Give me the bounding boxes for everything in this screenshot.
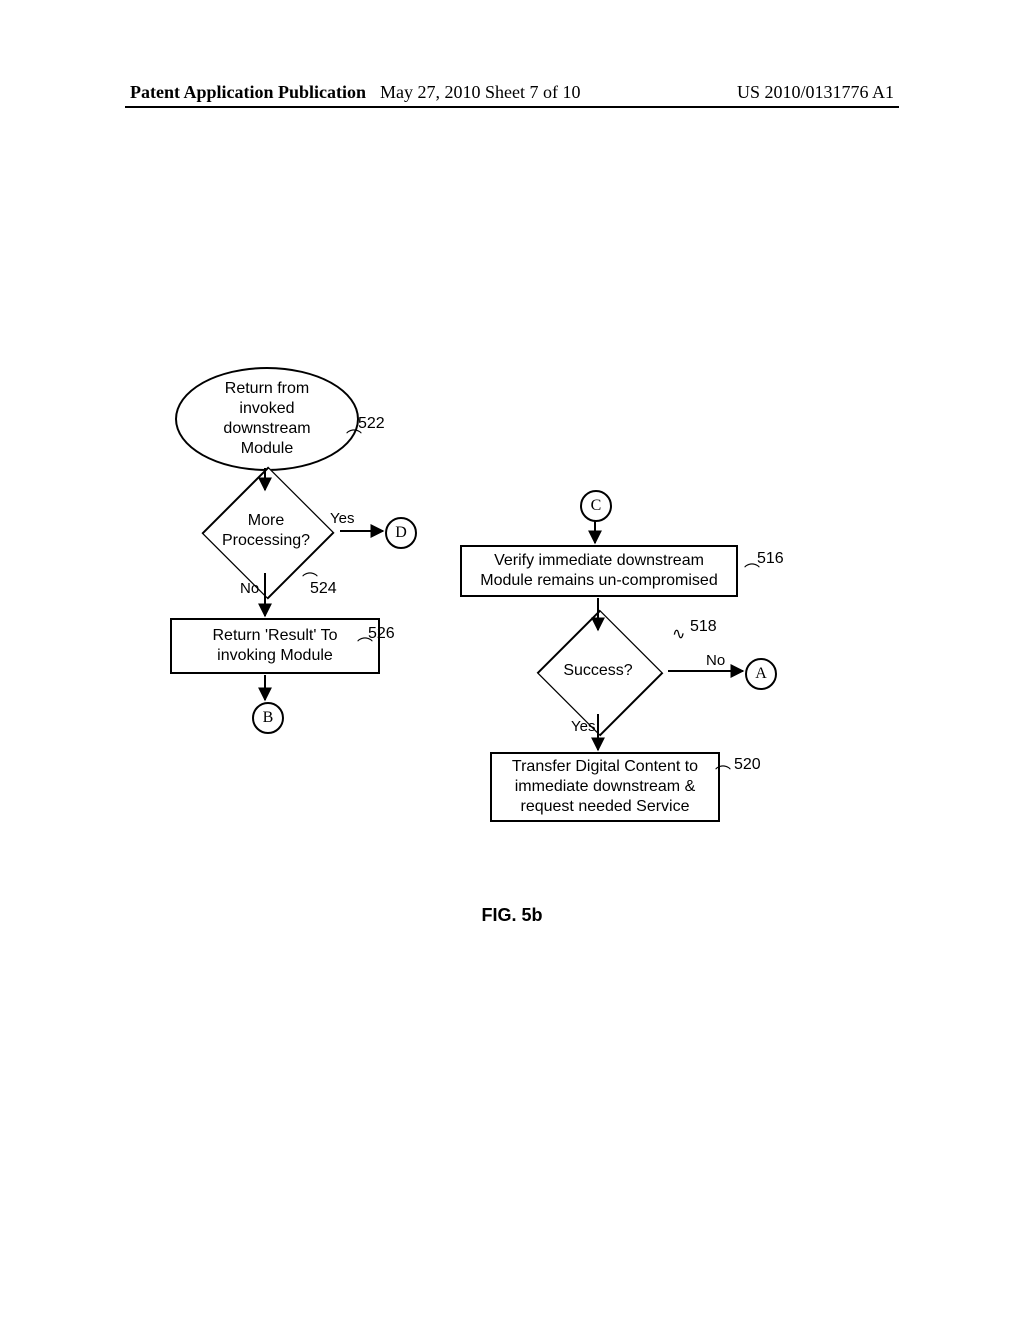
edge-no-518: No	[706, 652, 725, 669]
process-verify-downstream: Verify immediate downstream Module remai…	[460, 545, 738, 597]
decision-text: More Processing?	[192, 486, 340, 576]
edge-no-524: No	[240, 580, 259, 597]
ref-520: 520	[734, 756, 761, 774]
header-mid-prefix: May 27, 2010 Sheet	[380, 82, 529, 102]
connector-d: D	[385, 517, 417, 549]
header-right: US 2010/0131776 A1	[737, 82, 894, 103]
lead-522: ⌒	[346, 424, 362, 448]
connector-c-label: C	[591, 497, 602, 515]
sheet-total: 10	[562, 82, 580, 102]
process-text-520: Transfer Digital Content to immediate do…	[512, 757, 698, 817]
connector-a-label: A	[755, 665, 767, 683]
header-left: Patent Application Publication	[130, 82, 366, 103]
terminator-text: Return from invoked downstream Module	[223, 379, 310, 459]
lead-524: ⌒	[302, 567, 318, 591]
lead-516: ⌒	[744, 558, 760, 582]
connector-b: B	[252, 702, 284, 734]
lead-520: ⌒	[715, 760, 731, 784]
connector-c: C	[580, 490, 612, 522]
sheet-of: of	[538, 82, 562, 102]
lead-518: ∿	[672, 624, 685, 644]
header-rule	[125, 106, 899, 108]
arrows-overlay	[0, 0, 1024, 1320]
edge-yes-524: Yes	[330, 510, 354, 527]
process-transfer-content: Transfer Digital Content to immediate do…	[490, 752, 720, 822]
process-text-526: Return 'Result' To invoking Module	[213, 626, 338, 666]
header-mid: May 27, 2010 Sheet 7 of 10	[380, 82, 580, 103]
connector-d-label: D	[395, 524, 407, 542]
edge-yes-518: Yes	[571, 718, 595, 735]
ref-516: 516	[757, 550, 784, 568]
page: Patent Application Publication May 27, 2…	[0, 0, 1024, 1320]
decision-more-processing: More Processing?	[192, 486, 340, 576]
decision-text-518: Success?	[528, 628, 668, 714]
ref-518: 518	[690, 618, 717, 636]
process-return-result: Return 'Result' To invoking Module	[170, 618, 380, 674]
decision-success: Success?	[528, 628, 668, 714]
figure-label: FIG. 5b	[0, 905, 1024, 926]
terminator-return-from-module: Return from invoked downstream Module	[175, 367, 359, 471]
process-text-516: Verify immediate downstream Module remai…	[480, 551, 717, 591]
connector-b-label: B	[263, 709, 274, 727]
lead-526: ⌒	[357, 632, 373, 656]
connector-a: A	[745, 658, 777, 690]
